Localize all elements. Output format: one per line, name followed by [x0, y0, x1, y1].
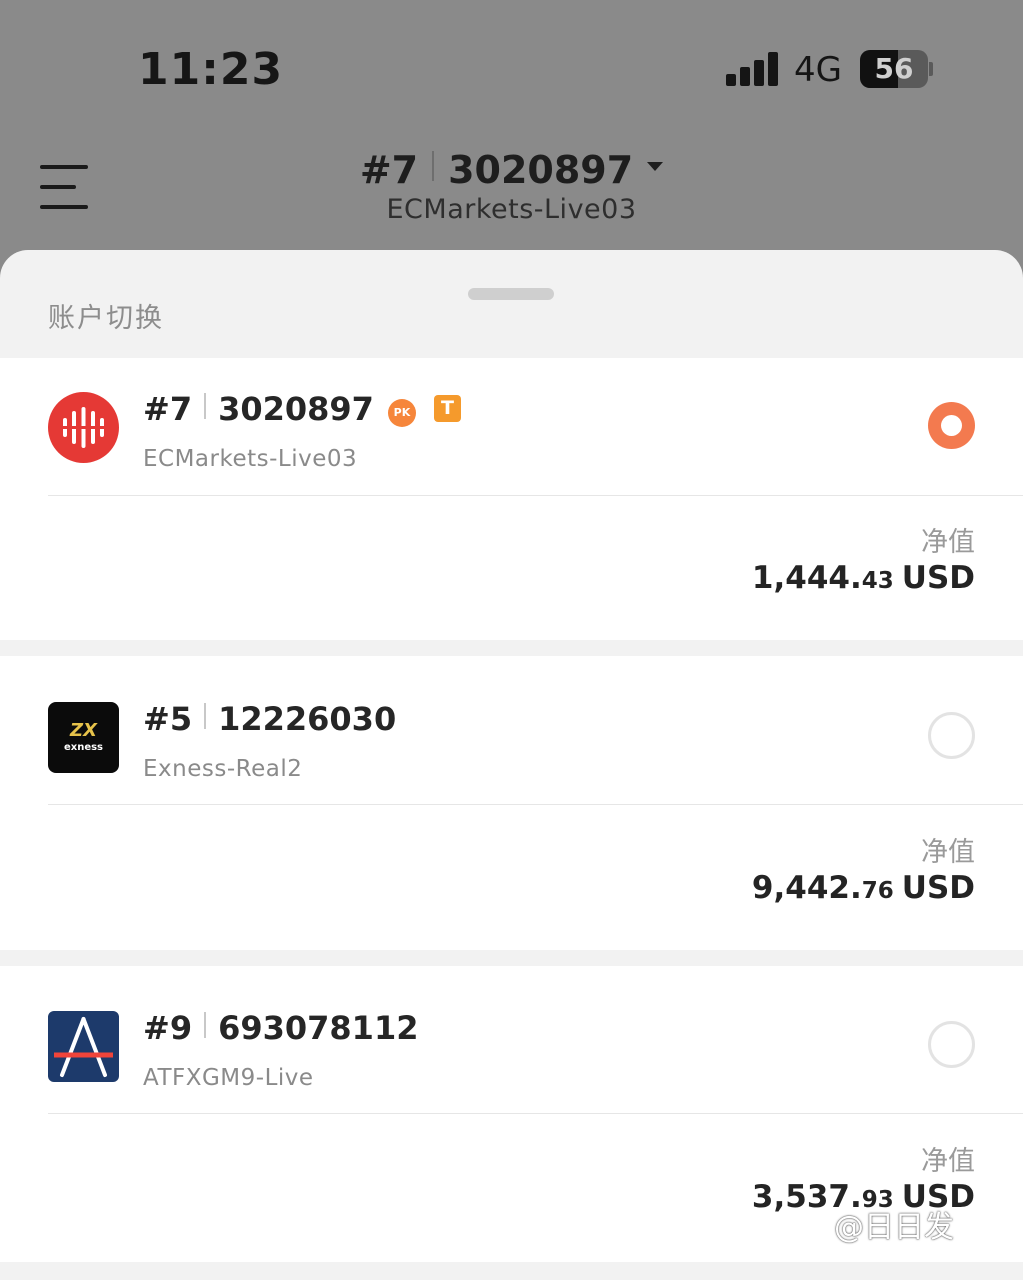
equity-value: 1,444.43 USD — [751, 560, 975, 596]
svg-text:exness: exness — [64, 742, 103, 753]
account-switch-sheet: 账户切换 #7 3020897 PK T ECMarkets-Live03 净值 1,… — [0, 250, 1023, 1280]
account-index: #5 — [143, 700, 193, 738]
atfx-logo-icon — [48, 1011, 119, 1082]
account-title: #9 693078112 — [143, 1009, 418, 1047]
sheet-title: 账户切换 — [48, 303, 164, 334]
account-number: 693078112 — [218, 1009, 419, 1047]
card-divider — [48, 804, 1023, 805]
header-divider — [432, 151, 435, 181]
battery-tip — [929, 62, 933, 76]
account-number: 3020897 — [218, 390, 374, 428]
server-name: ECMarkets-Live03 — [143, 446, 358, 472]
radio-unselected[interactable] — [928, 712, 975, 759]
account-index: #9 — [143, 1009, 193, 1047]
signal-icon — [726, 52, 780, 86]
t-badge-icon: T — [433, 395, 461, 422]
caret-down-icon[interactable] — [647, 162, 664, 171]
battery-icon: 56 — [860, 50, 928, 88]
network-label: 4G — [794, 50, 842, 90]
server-name: Exness-Real2 — [143, 756, 303, 782]
battery-level: 56 — [874, 52, 914, 85]
title-divider — [204, 703, 207, 729]
radio-selected[interactable] — [928, 402, 975, 449]
account-number: 12226030 — [218, 700, 397, 738]
header-server: ECMarkets-Live03 — [386, 194, 637, 225]
drag-handle[interactable] — [468, 288, 554, 300]
account-title: #7 3020897 PK T — [143, 390, 461, 428]
radio-unselected[interactable] — [928, 1021, 975, 1068]
svg-text:ZX: ZX — [69, 720, 98, 741]
watermark-text: @日日发 — [834, 1210, 954, 1245]
account-title: #5 12226030 — [143, 700, 396, 738]
pk-flame-icon: PK — [387, 399, 416, 427]
equity-label: 净值 — [921, 527, 975, 558]
account-index: #7 — [143, 390, 193, 428]
equity-value: 9,442.76 USD — [751, 870, 975, 906]
server-name: ATFXGM9-Live — [143, 1065, 314, 1091]
exness-logo-icon: ZX exness — [48, 702, 119, 773]
account-card[interactable]: ZX exness #5 12226030 Exness-Real2 净值 9,4… — [0, 656, 1023, 950]
equity-label: 净值 — [921, 1146, 975, 1177]
account-switcher-title[interactable]: #7 3020897 — [0, 148, 1023, 192]
account-card[interactable]: #7 3020897 PK T ECMarkets-Live03 净值 1,444.4… — [0, 358, 1023, 640]
header-account-number: 3020897 — [448, 148, 634, 192]
ecmarkets-logo-icon — [48, 392, 119, 463]
card-divider — [48, 1113, 1023, 1114]
card-divider — [48, 495, 1023, 496]
status-time: 11:23 — [138, 44, 284, 95]
status-bar: 11:23 4G 56 — [0, 0, 1023, 130]
title-divider — [204, 1012, 207, 1038]
header-account-index: #7 — [359, 148, 419, 192]
equity-label: 净值 — [921, 837, 975, 868]
title-divider — [204, 393, 207, 419]
